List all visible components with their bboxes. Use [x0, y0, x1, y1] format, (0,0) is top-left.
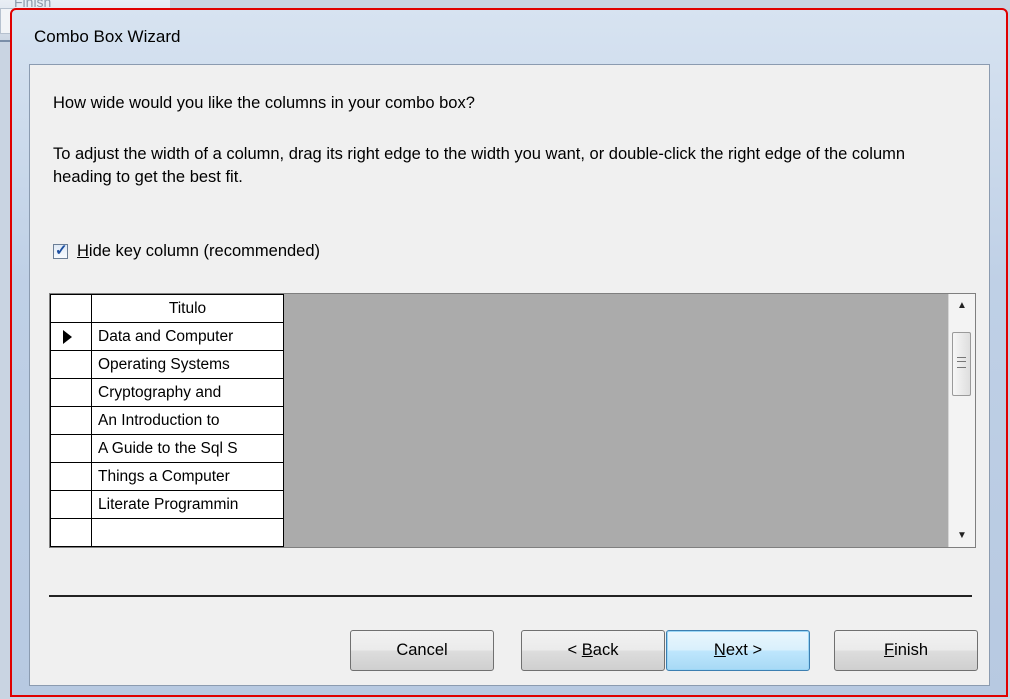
row-selector[interactable] [50, 462, 92, 491]
scrollbar-thumb[interactable] [952, 332, 971, 396]
row-selector[interactable] [50, 490, 92, 519]
grip-icon [957, 357, 966, 368]
back-button[interactable]: < Back [521, 630, 665, 671]
table-cell[interactable]: Operating Systems [91, 350, 284, 379]
row-selector[interactable] [50, 406, 92, 435]
vertical-scrollbar[interactable]: ▲ ▼ [948, 294, 975, 547]
table-row[interactable]: An Introduction to [50, 406, 284, 435]
table-header-row: Titulo [50, 294, 284, 323]
column-header-titulo[interactable]: Titulo [91, 294, 284, 323]
column-width-grid[interactable]: Titulo Data and Computer Operating Syste… [49, 293, 976, 548]
checkmark-icon: ✓ [55, 242, 68, 259]
table-cell[interactable] [91, 518, 284, 547]
row-selector[interactable] [50, 378, 92, 407]
table-cell[interactable]: Things a Computer [91, 462, 284, 491]
combo-box-wizard-dialog: Combo Box Wizard How wide would you like… [10, 8, 1008, 697]
dialog-title: Combo Box Wizard [34, 27, 181, 46]
row-pointer-icon [63, 329, 72, 344]
chevron-down-icon[interactable]: ▼ [957, 530, 967, 541]
checkbox-box[interactable]: ✓ [53, 242, 68, 259]
next-button[interactable]: Next > [666, 630, 810, 671]
row-selector[interactable] [50, 350, 92, 379]
table-cell[interactable]: Data and Computer [91, 322, 284, 351]
row-selector[interactable] [50, 518, 92, 547]
finish-button[interactable]: Finish [834, 630, 978, 671]
table-row[interactable]: Things a Computer [50, 462, 284, 491]
table-row-partial[interactable] [50, 518, 284, 547]
table-row[interactable]: Data and Computer [50, 322, 284, 351]
table-cell[interactable]: Literate Programmin [91, 490, 284, 519]
hide-key-column-checkbox[interactable]: ✓ Hide key column (recommended) [53, 242, 320, 261]
chevron-up-icon[interactable]: ▲ [957, 300, 967, 311]
preview-table: Titulo Data and Computer Operating Syste… [50, 294, 284, 547]
header-selector-cell[interactable] [50, 294, 92, 323]
table-row[interactable]: Operating Systems [50, 350, 284, 379]
row-selector[interactable] [50, 434, 92, 463]
title-bar[interactable]: Combo Box Wizard [12, 10, 1006, 62]
table-cell[interactable]: An Introduction to [91, 406, 284, 435]
cancel-button[interactable]: Cancel [350, 630, 494, 671]
table-row[interactable]: A Guide to the Sql S [50, 434, 284, 463]
row-selector[interactable] [50, 322, 92, 351]
instructions-text: To adjust the width of a column, drag it… [53, 145, 906, 186]
question-text: How wide would you like the columns in y… [53, 94, 475, 112]
separator-line [49, 595, 972, 597]
table-row[interactable]: Cryptography and [50, 378, 284, 407]
table-cell[interactable]: A Guide to the Sql S [91, 434, 284, 463]
dialog-content: How wide would you like the columns in y… [29, 64, 990, 686]
hide-key-column-label: Hide key column (recommended) [77, 242, 321, 260]
table-cell[interactable]: Cryptography and [91, 378, 284, 407]
table-row[interactable]: Literate Programmin [50, 490, 284, 519]
